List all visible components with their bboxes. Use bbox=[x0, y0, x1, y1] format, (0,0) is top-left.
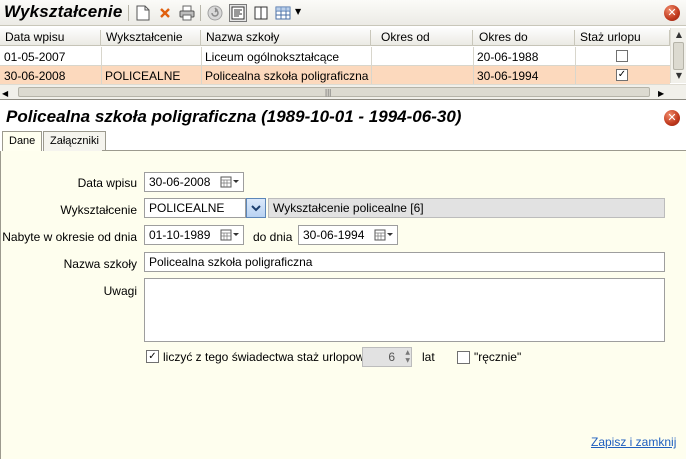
column-header-nazwa-szkoly[interactable]: Nazwa szkoły bbox=[201, 30, 371, 46]
staz-urlopowy-label[interactable]: liczyć z tego świadectwa staż urlopowy bbox=[163, 350, 370, 364]
table-row[interactable]: 01-05-2007 Liceum ogólnokształcące 20-06… bbox=[0, 47, 670, 66]
nazwa-szkoly-label: Nazwa szkoły bbox=[63, 257, 137, 271]
staz-years-spinner[interactable]: 6 ▲ ▼ bbox=[362, 347, 412, 367]
data-wpisu-field[interactable]: 30-06-2008 bbox=[144, 172, 244, 192]
staz-urlopowy-checkbox[interactable]: ✓ bbox=[146, 350, 159, 363]
spinner-arrows-icon[interactable]: ▲ ▼ bbox=[405, 349, 410, 365]
form-view-icon bbox=[231, 6, 245, 20]
column-header-data-wpisu[interactable]: Data wpisu bbox=[0, 30, 101, 46]
table-row-selected[interactable]: 30-06-2008 POLICEALNE Policealna szkoła … bbox=[0, 66, 670, 85]
cell-okres-do: 30-06-1994 bbox=[477, 69, 539, 83]
grid-header: Data wpisu Wykształcenie Nazwa szkoły Ok… bbox=[0, 28, 670, 46]
vertical-scrollbar[interactable]: ▲ ▼ bbox=[670, 28, 686, 83]
scroll-down-icon[interactable]: ▼ bbox=[672, 71, 686, 80]
cell-nazwa-szkoly: Policealna szkoła poligraficzna bbox=[205, 69, 369, 83]
tab-zalaczniki[interactable]: Załączniki bbox=[43, 131, 106, 151]
filter-form-button[interactable] bbox=[229, 4, 247, 22]
column-header-wyksztalcenie[interactable]: Wykształcenie bbox=[101, 30, 201, 46]
close-icon[interactable]: ✕ bbox=[664, 5, 680, 21]
calendar-icon[interactable] bbox=[373, 228, 395, 242]
toolbar-separator bbox=[128, 5, 129, 21]
okres-od-label: Nabyte w okresie od dnia bbox=[2, 230, 137, 244]
calendar-icon[interactable] bbox=[219, 228, 241, 242]
column-header-okres-od[interactable]: Okres od bbox=[371, 30, 473, 46]
print-button[interactable] bbox=[178, 4, 196, 22]
wyksztalcenie-field[interactable]: POLICEALNE bbox=[144, 198, 246, 218]
staz-checkbox[interactable]: ✓ bbox=[616, 69, 628, 81]
wyksztalcenie-description: Wykształcenie policealne [6] bbox=[268, 198, 665, 218]
recznie-label[interactable]: "ręcznie" bbox=[474, 350, 521, 364]
delete-icon bbox=[160, 8, 170, 18]
toolbar: Wykształcenie ▼ ✕ bbox=[0, 0, 686, 26]
data-wpisu-label: Data wpisu bbox=[77, 176, 137, 190]
new-document-button[interactable] bbox=[134, 4, 152, 22]
staz-years-value: 6 bbox=[388, 350, 395, 364]
column-header-staz-urlopu[interactable]: Staż urlopu bbox=[575, 30, 670, 46]
toolbar-separator bbox=[200, 5, 201, 21]
scroll-thumb[interactable] bbox=[673, 42, 684, 70]
staz-checkbox[interactable] bbox=[616, 50, 628, 62]
grid-view-icon bbox=[275, 6, 291, 20]
column-header-okres-do[interactable]: Okres do bbox=[473, 30, 575, 46]
scroll-grip-icon: ||| bbox=[325, 88, 332, 97]
tab-dane[interactable]: Dane bbox=[2, 131, 43, 152]
staz-unit-label: lat bbox=[422, 350, 435, 364]
cell-okres-do: 20-06-1988 bbox=[477, 50, 539, 64]
delete-button[interactable] bbox=[156, 4, 174, 22]
detail-title: Policealna szkoła poligraficzna (1989-10… bbox=[6, 107, 462, 126]
cell-wyksztalcenie: POLICEALNE bbox=[105, 69, 181, 83]
scroll-right-icon[interactable]: ▶ bbox=[658, 89, 664, 98]
close-detail-icon[interactable]: ✕ bbox=[664, 110, 680, 126]
refresh-button[interactable] bbox=[206, 4, 224, 22]
okres-od-field[interactable]: 01-10-1989 bbox=[144, 225, 244, 245]
wyksztalcenie-label: Wykształcenie bbox=[60, 203, 137, 217]
scroll-thumb[interactable]: ||| bbox=[18, 87, 650, 97]
save-and-close-link[interactable]: Zapisz i zamknij bbox=[591, 435, 676, 449]
data-wpisu-value: 30-06-2008 bbox=[149, 175, 211, 189]
horizontal-scrollbar[interactable]: ◀ ||| ▶ bbox=[0, 84, 686, 99]
calendar-icon[interactable] bbox=[219, 175, 241, 189]
okres-od-value: 01-10-1989 bbox=[149, 228, 211, 242]
okres-do-label: do dnia bbox=[253, 230, 293, 244]
grid-view-button[interactable] bbox=[274, 4, 292, 22]
okres-do-value: 30-06-1994 bbox=[303, 228, 365, 242]
wyksztalcenie-dropdown-button[interactable] bbox=[246, 198, 266, 218]
new-document-icon bbox=[136, 5, 150, 21]
scroll-up-icon[interactable]: ▲ bbox=[672, 30, 686, 39]
split-view-icon bbox=[254, 6, 268, 20]
split-view-button[interactable] bbox=[252, 4, 270, 22]
okres-do-field[interactable]: 30-06-1994 bbox=[298, 225, 398, 245]
window-title: Wykształcenie bbox=[4, 2, 123, 21]
uwagi-label: Uwagi bbox=[103, 284, 137, 298]
nazwa-szkoly-field[interactable]: Policealna szkoła poligraficzna bbox=[144, 252, 665, 272]
cell-nazwa-szkoly: Liceum ogólnokształcące bbox=[205, 50, 340, 64]
chevron-down-icon bbox=[251, 205, 261, 212]
cell-data-wpisu: 30-06-2008 bbox=[4, 69, 66, 83]
printer-icon bbox=[179, 5, 195, 21]
scroll-left-icon[interactable]: ◀ bbox=[2, 89, 8, 98]
refresh-icon bbox=[207, 5, 223, 21]
uwagi-textarea[interactable] bbox=[144, 278, 665, 342]
recznie-checkbox[interactable] bbox=[457, 351, 470, 364]
dropdown-arrow-icon[interactable]: ▼ bbox=[295, 7, 301, 16]
cell-data-wpisu: 01-05-2007 bbox=[4, 50, 66, 64]
